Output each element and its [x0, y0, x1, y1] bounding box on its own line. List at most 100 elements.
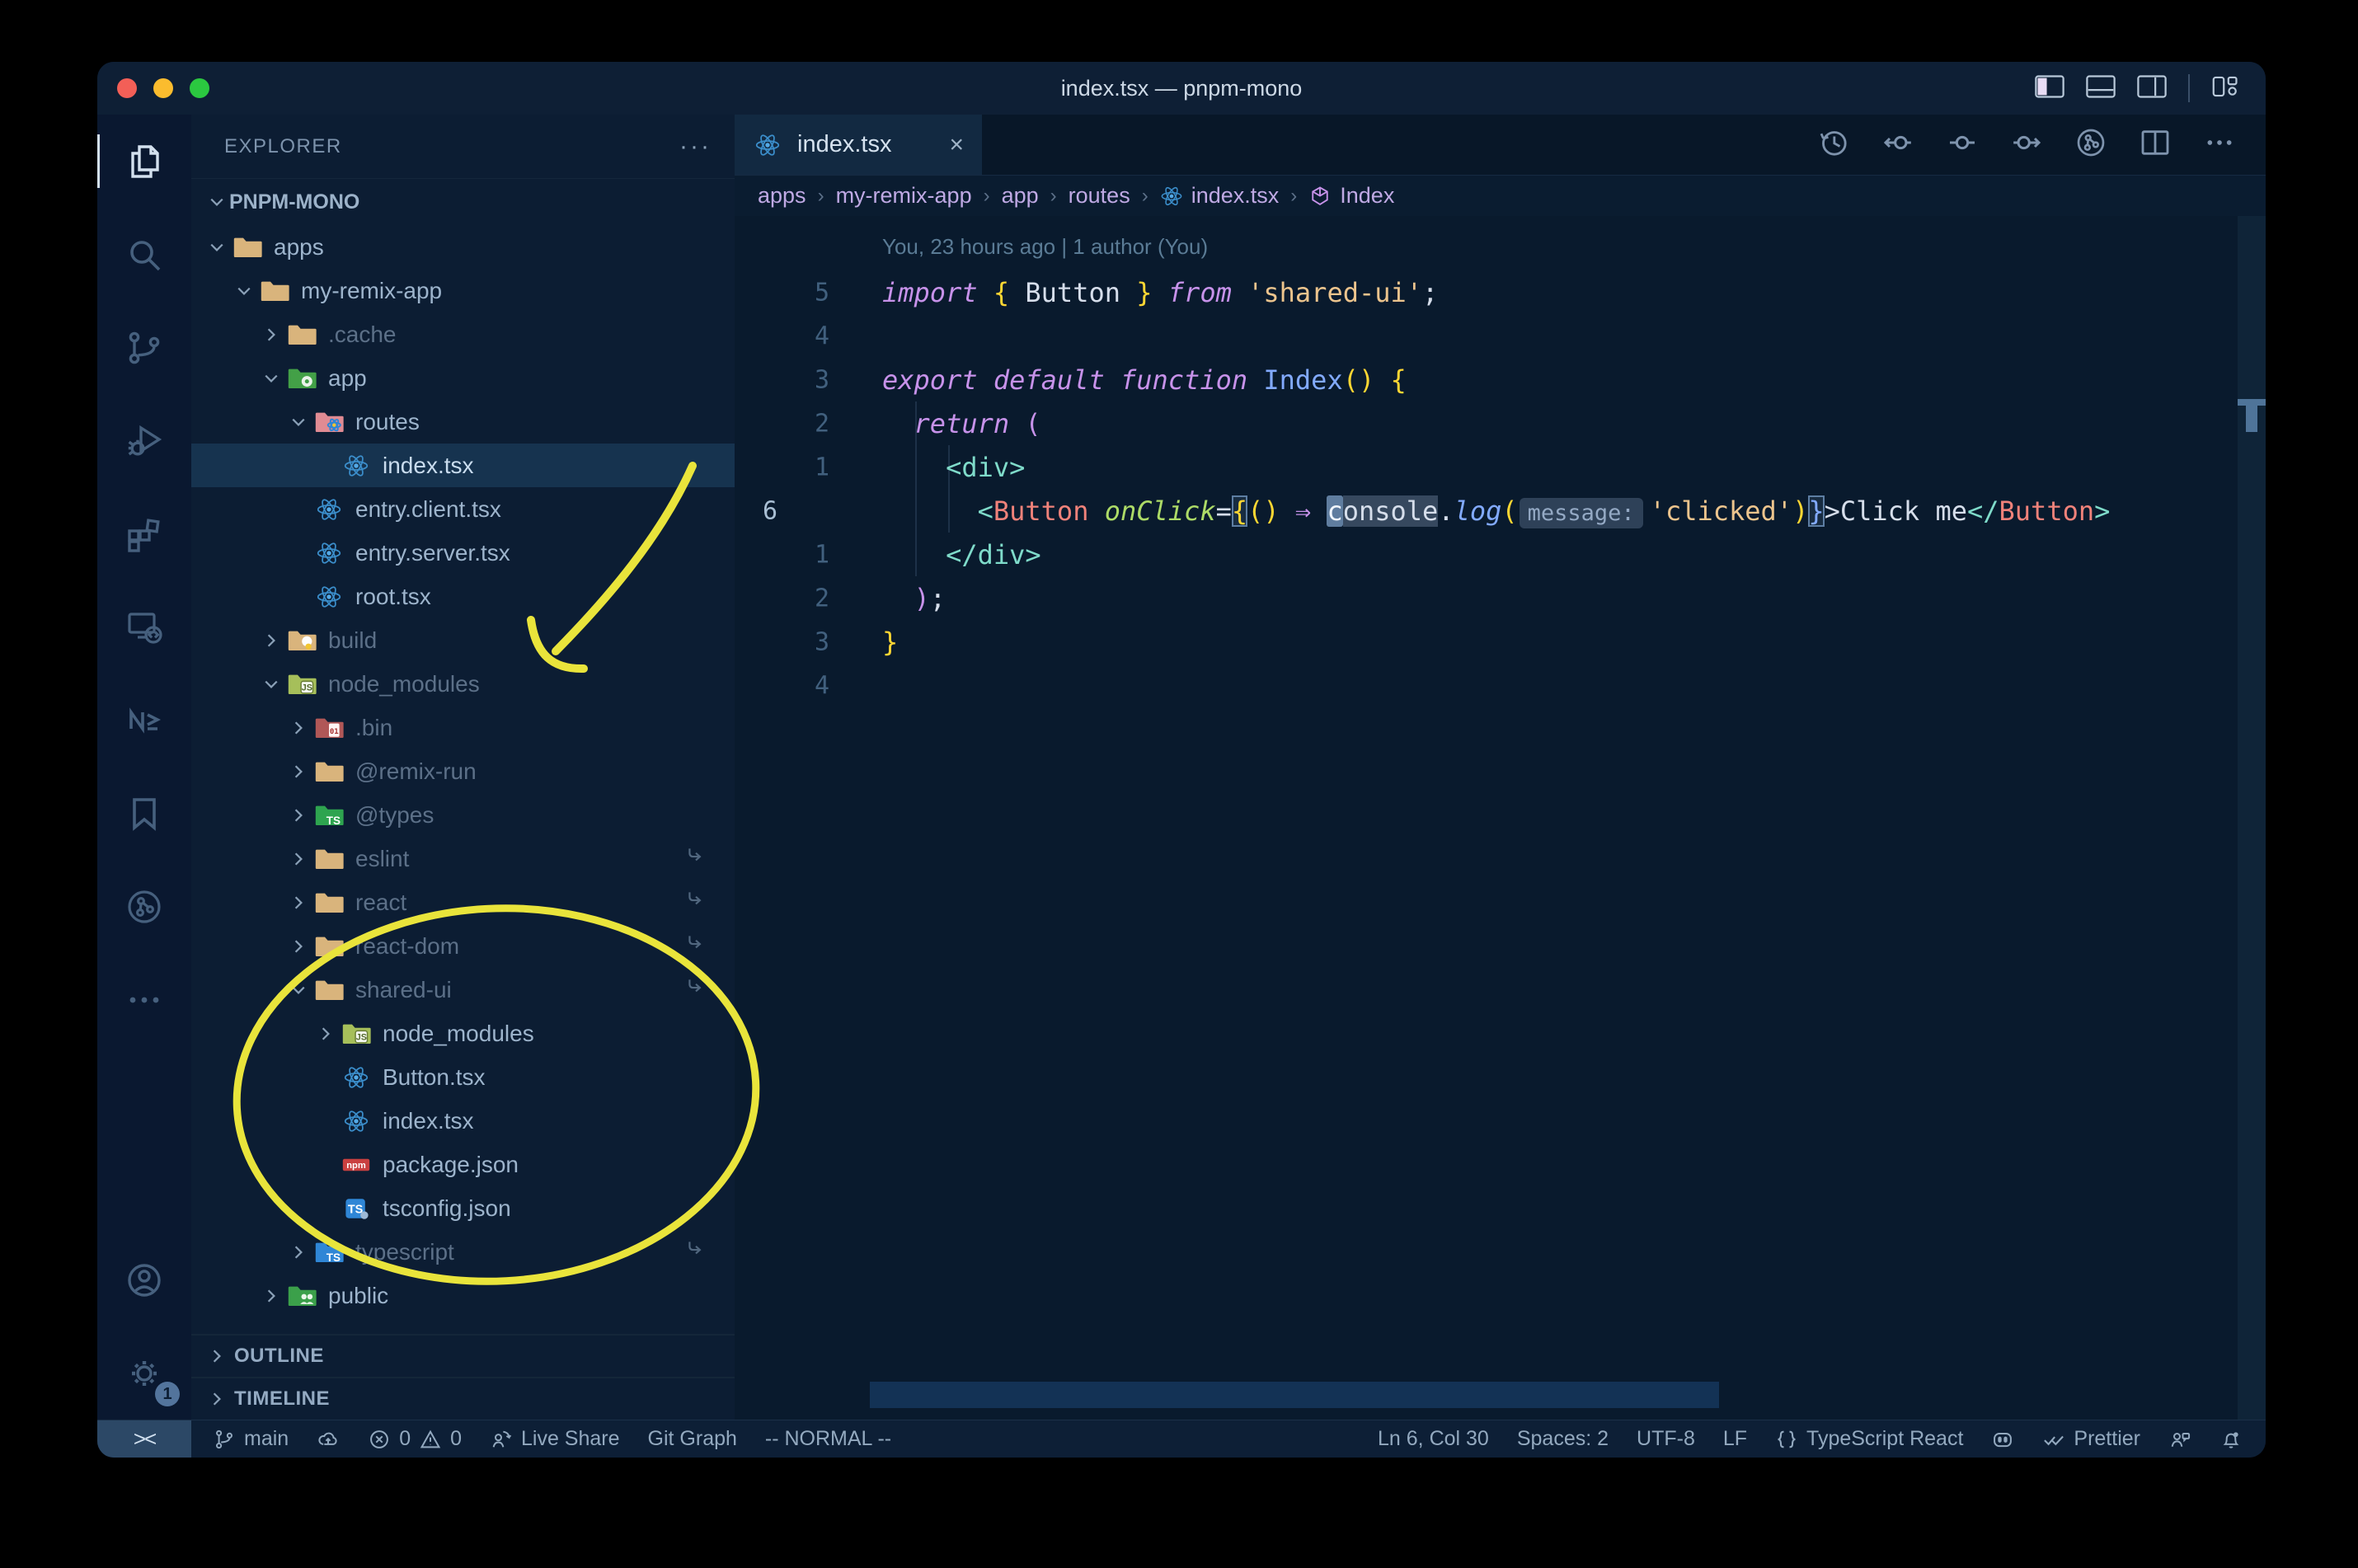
- status-git-graph[interactable]: Git Graph: [648, 1427, 737, 1451]
- tab-index-tsx[interactable]: index.tsx ×: [735, 115, 982, 175]
- code-line-2[interactable]: 2 return (: [735, 401, 2233, 445]
- breadcrumb-item-app[interactable]: app: [1002, 183, 1039, 209]
- tree-item-apps[interactable]: apps: [191, 225, 735, 269]
- code-line-6[interactable]: 6 <Button onClick={() ⇒ console.log(mess…: [735, 489, 2233, 533]
- tree-item--remix-run[interactable]: @remix-run: [191, 749, 735, 793]
- tree-item--types[interactable]: TS @types: [191, 793, 735, 837]
- code-line-1[interactable]: 1 <div>: [735, 445, 2233, 489]
- code-line-3[interactable]: 3}: [735, 620, 2233, 664]
- close-tab-icon[interactable]: ×: [949, 131, 964, 159]
- status-label: Live Share: [521, 1427, 620, 1450]
- timeline-panel-header[interactable]: TIMELINE: [191, 1377, 735, 1420]
- breadcrumb-item-index-tsx[interactable]: index.tsx: [1160, 183, 1279, 209]
- git-graph-view-icon[interactable]: [2074, 126, 2107, 163]
- activity-run-debug-icon[interactable]: [97, 394, 191, 487]
- tree-item-react-dom[interactable]: react-dom: [191, 924, 735, 968]
- status-sync[interactable]: [317, 1428, 340, 1451]
- status-live-share[interactable]: Live Share: [490, 1427, 620, 1451]
- activity-source-control-icon[interactable]: [97, 301, 191, 394]
- activity-settings-icon[interactable]: 1: [97, 1326, 191, 1420]
- react-icon: [341, 1063, 373, 1092]
- tree-item-tsconfig-json[interactable]: TS tsconfig.json: [191, 1186, 735, 1230]
- status-encoding[interactable]: UTF-8: [1637, 1427, 1695, 1451]
- timeline-history-icon[interactable]: [1817, 126, 1850, 163]
- activity-extensions-icon[interactable]: [97, 487, 191, 580]
- split-editor-icon[interactable]: [2139, 126, 2172, 163]
- status-feedback[interactable]: [2168, 1428, 2191, 1451]
- breadcrumb-item-apps[interactable]: apps: [758, 183, 806, 209]
- activity-bookmarks-icon[interactable]: [97, 767, 191, 860]
- activity-search-icon[interactable]: [97, 208, 191, 301]
- activity-git-graph-icon[interactable]: [97, 860, 191, 953]
- close-window-button[interactable]: [117, 78, 137, 98]
- zoom-window-button[interactable]: [190, 78, 209, 98]
- minimize-window-button[interactable]: [153, 78, 173, 98]
- explorer-more-icon[interactable]: ···: [679, 133, 712, 161]
- status-language-mode[interactable]: TypeScript React: [1775, 1427, 1963, 1451]
- tree-item-public[interactable]: public: [191, 1274, 735, 1317]
- breadcrumb-item-index[interactable]: Index: [1308, 183, 1394, 209]
- remote-indicator[interactable]: ><: [97, 1420, 191, 1458]
- more-actions-icon[interactable]: [2203, 126, 2236, 163]
- status-prettier[interactable]: Prettier: [2042, 1427, 2140, 1451]
- tree-item-button-tsx[interactable]: Button.tsx: [191, 1055, 735, 1099]
- status-indentation[interactable]: Spaces: 2: [1517, 1427, 1609, 1451]
- code-line-5[interactable]: 5 import { Button } from 'shared-ui';: [735, 270, 2233, 314]
- status-copilot[interactable]: [1991, 1428, 2014, 1451]
- status-problems[interactable]: 00: [368, 1427, 462, 1451]
- status-vim-mode[interactable]: -- NORMAL --: [765, 1427, 891, 1451]
- code-line-4[interactable]: 4: [735, 314, 2233, 358]
- tree-item-index-tsx[interactable]: index.tsx: [191, 444, 735, 487]
- activity-explorer-icon[interactable]: [97, 115, 191, 208]
- tab-label: index.tsx: [797, 131, 892, 157]
- vertical-scrollbar[interactable]: [2238, 216, 2266, 1420]
- layout-panel-toggle-icon[interactable]: [2086, 74, 2116, 103]
- codelens-annotation[interactable]: You, 23 hours ago | 1 author (You): [882, 234, 1208, 260]
- next-change-icon[interactable]: [2010, 126, 2043, 163]
- outline-panel-header[interactable]: OUTLINE: [191, 1334, 735, 1377]
- tree-item-my-remix-app[interactable]: my-remix-app: [191, 269, 735, 312]
- tree-item-shared-ui[interactable]: shared-ui: [191, 968, 735, 1012]
- tree-item--cache[interactable]: .cache: [191, 312, 735, 356]
- editor-group: index.tsx × apps › my-remix-app › app › routes…: [735, 115, 2266, 1420]
- code-line-3[interactable]: 3 export default function Index() {: [735, 358, 2233, 401]
- tree-item-routes[interactable]: routes: [191, 400, 735, 444]
- status-cursor-position[interactable]: Ln 6, Col 30: [1378, 1427, 1489, 1451]
- code-line-1[interactable]: 1 </div>: [735, 533, 2233, 576]
- tree-item-typescript[interactable]: TS typescript: [191, 1230, 735, 1274]
- activity-remote-explorer-icon[interactable]: [97, 580, 191, 674]
- code-editor[interactable]: You, 23 hours ago | 1 author (You) 5 impo…: [735, 216, 2266, 1420]
- code-line-2[interactable]: 2 );: [735, 576, 2233, 620]
- activity-more-views-icon[interactable]: [97, 953, 191, 1046]
- tree-item-index-tsx[interactable]: index.tsx: [191, 1099, 735, 1143]
- horizontal-scrollbar[interactable]: [870, 1382, 1719, 1408]
- layout-sidebar-left-toggle-icon[interactable]: [2035, 74, 2064, 103]
- status-notifications[interactable]: [2219, 1428, 2243, 1451]
- vim-block-cursor: c: [1327, 495, 1343, 527]
- tree-item-entry-server-tsx[interactable]: entry.server.tsx: [191, 531, 735, 575]
- tree-item-build[interactable]: build: [191, 618, 735, 662]
- status-eol[interactable]: LF: [1723, 1427, 1747, 1451]
- tree-item--bin[interactable]: 01 .bin: [191, 706, 735, 749]
- folder-routes-icon: [314, 407, 345, 437]
- tree-item-node-modules[interactable]: JS node_modules: [191, 662, 735, 706]
- breadcrumb-item-routes[interactable]: routes: [1069, 183, 1130, 209]
- current-change-icon[interactable]: [1946, 126, 1979, 163]
- code-line-4[interactable]: 4: [735, 664, 2233, 707]
- breadcrumb-item-my-remix-app[interactable]: my-remix-app: [836, 183, 972, 209]
- layout-customize-icon[interactable]: [2211, 74, 2241, 103]
- previous-change-icon[interactable]: [1881, 126, 1914, 163]
- tree-item-react[interactable]: react: [191, 880, 735, 924]
- tree-item-entry-client-tsx[interactable]: entry.client.tsx: [191, 487, 735, 531]
- layout-sidebar-right-toggle-icon[interactable]: [2137, 74, 2167, 103]
- tree-item-root-tsx[interactable]: root.tsx: [191, 575, 735, 618]
- liveshare-icon: [490, 1428, 513, 1451]
- activity-nx-console-icon[interactable]: [97, 674, 191, 767]
- activity-accounts-icon[interactable]: [97, 1233, 191, 1326]
- tree-section-root[interactable]: PNPM-MONO: [191, 179, 735, 225]
- status-git-branch[interactable]: main: [213, 1427, 289, 1451]
- tree-item-app[interactable]: app: [191, 356, 735, 400]
- tree-item-package-json[interactable]: npm package.json: [191, 1143, 735, 1186]
- tree-item-node-modules[interactable]: JS node_modules: [191, 1012, 735, 1055]
- tree-item-eslint[interactable]: eslint: [191, 837, 735, 880]
